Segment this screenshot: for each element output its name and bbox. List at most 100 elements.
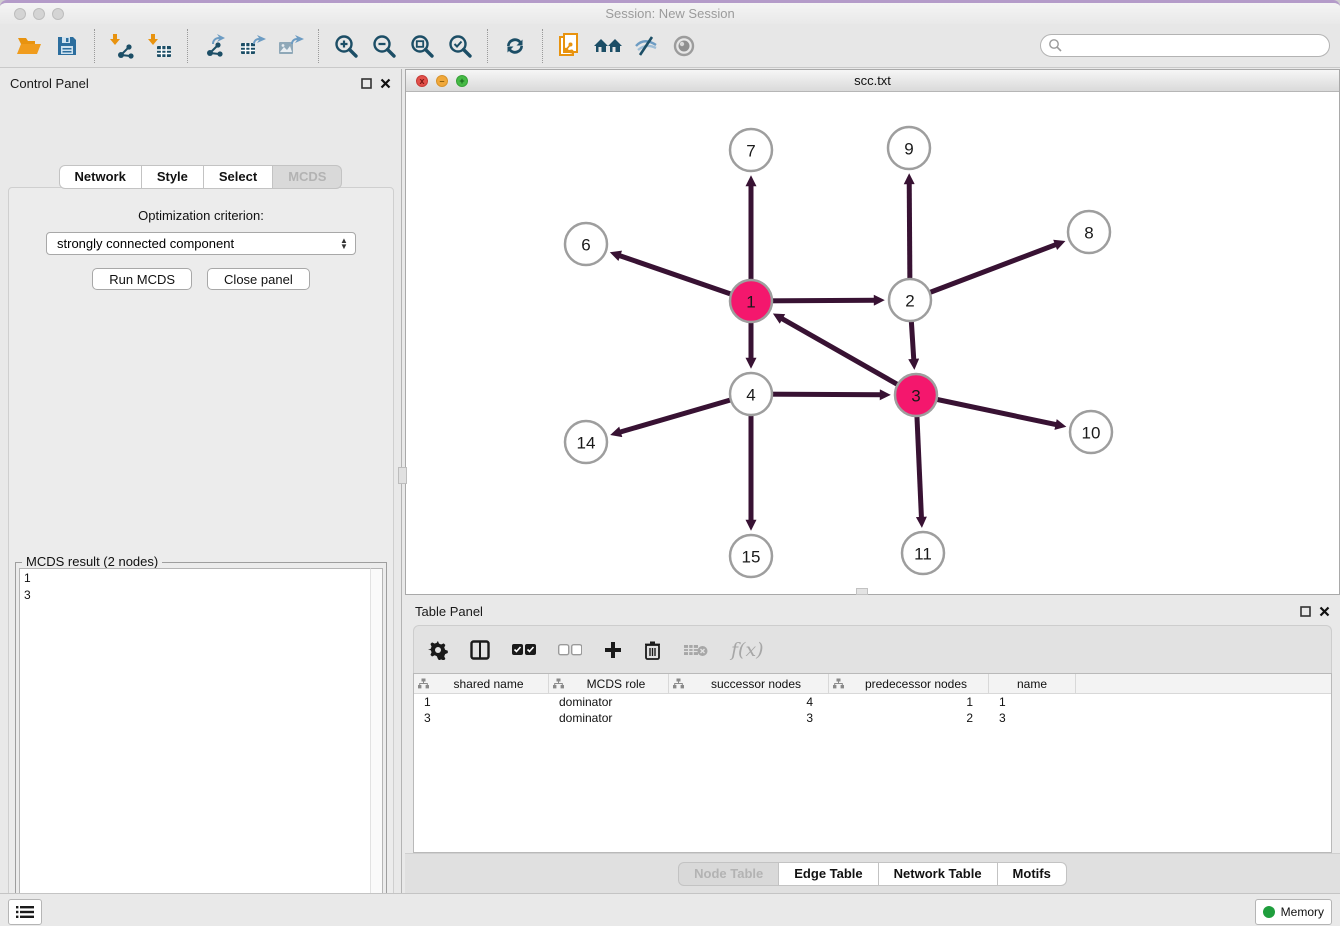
cell-shared-name[interactable]: 1 — [414, 694, 549, 710]
network-window-title: scc.txt — [406, 73, 1339, 88]
zoom-in-icon[interactable] — [327, 29, 365, 63]
table-tab-motifs[interactable]: Motifs — [998, 862, 1067, 886]
run-mcds-button[interactable]: Run MCDS — [92, 268, 192, 290]
deselect-all-icon[interactable] — [558, 644, 582, 656]
mcds-result-title: MCDS result (2 nodes) — [22, 554, 162, 569]
control-panel: Control Panel NetworkStyleSelectMCDS Opt… — [0, 69, 402, 893]
column-header-predecessor-nodes[interactable]: predecessor nodes — [829, 674, 989, 693]
node-label-15: 15 — [742, 548, 761, 567]
node-label-2: 2 — [905, 292, 914, 311]
network-canvas[interactable]: 1234678910111415 — [406, 92, 1339, 594]
network-graph[interactable]: 1234678910111415 — [406, 92, 1339, 594]
save-session-icon[interactable] — [48, 29, 86, 63]
toolbar-separator — [318, 29, 319, 63]
tab-style[interactable]: Style — [142, 165, 204, 189]
memory-status-icon — [1263, 906, 1275, 918]
task-history-button[interactable] — [8, 899, 42, 925]
network-splitter-grip[interactable] — [856, 588, 868, 595]
network-minimize-icon[interactable]: – — [436, 75, 448, 87]
toolbar-separator — [187, 29, 188, 63]
search-icon — [1048, 38, 1062, 52]
delete-column-icon[interactable] — [644, 640, 661, 660]
memory-button[interactable]: Memory — [1255, 899, 1332, 925]
import-table-icon[interactable] — [141, 29, 179, 63]
tab-mcds[interactable]: MCDS — [273, 165, 342, 189]
control-panel-tabs: NetworkStyleSelectMCDS — [0, 165, 401, 189]
float-panel-icon[interactable] — [361, 78, 372, 89]
export-table-icon[interactable] — [234, 29, 272, 63]
cell-successor-nodes[interactable]: 4 — [669, 694, 829, 710]
float-table-panel-icon[interactable] — [1300, 606, 1311, 617]
toolbar-separator — [487, 29, 488, 63]
search-container — [1040, 34, 1330, 57]
cell-name[interactable]: 3 — [989, 710, 1076, 726]
node-label-11: 11 — [914, 545, 932, 564]
cell-name[interactable]: 1 — [989, 694, 1076, 710]
cell-predecessor-nodes[interactable]: 1 — [829, 694, 989, 710]
network-close-icon[interactable]: x — [416, 75, 428, 87]
select-stepper-icon: ▲▼ — [336, 235, 352, 252]
select-all-icon[interactable] — [512, 644, 536, 656]
tab-select[interactable]: Select — [204, 165, 273, 189]
table-row[interactable]: 3dominator323 — [414, 710, 1331, 726]
table-panel-title: Table Panel — [415, 604, 483, 619]
import-network-icon[interactable] — [103, 29, 141, 63]
search-input[interactable] — [1040, 34, 1330, 57]
mcds-panel: Optimization criterion: strongly connect… — [8, 187, 394, 926]
tab-network[interactable]: Network — [59, 165, 142, 189]
table-panel: Table Panel f(x) shared nameMCDS rolesuc… — [405, 598, 1340, 893]
table-tab-node-table[interactable]: Node Table — [678, 862, 779, 886]
clone-network-icon[interactable] — [551, 29, 589, 63]
column-header-successor-nodes[interactable]: successor nodes — [669, 674, 829, 693]
zoom-fit-icon[interactable] — [403, 29, 441, 63]
function-builder-icon: f(x) — [731, 639, 764, 661]
criterion-select[interactable]: strongly connected component ▲▼ — [46, 232, 356, 255]
mcds-result-text[interactable]: 1 3 — [19, 568, 370, 926]
close-table-panel-icon[interactable] — [1319, 606, 1330, 617]
table-toolbar: f(x) — [413, 625, 1332, 673]
status-bar: Memory — [0, 893, 1340, 926]
cell-MCDS-role[interactable]: dominator — [549, 694, 669, 710]
export-image-icon[interactable] — [272, 29, 310, 63]
table-tab-network-table[interactable]: Network Table — [879, 862, 998, 886]
column-header-name[interactable]: name — [989, 674, 1076, 693]
column-header-MCDS-role[interactable]: MCDS role — [549, 674, 669, 693]
gear-icon[interactable] — [428, 640, 448, 660]
column-header-shared-name[interactable]: shared name — [414, 674, 549, 693]
add-column-icon[interactable] — [604, 641, 622, 659]
control-panel-header: Control Panel — [0, 69, 401, 97]
zoom-out-icon[interactable] — [365, 29, 403, 63]
node-label-14: 14 — [577, 434, 596, 453]
cell-predecessor-nodes[interactable]: 2 — [829, 710, 989, 726]
node-label-8: 8 — [1084, 224, 1093, 243]
network-maximize-icon[interactable]: + — [456, 75, 468, 87]
export-network-icon[interactable] — [196, 29, 234, 63]
result-scrollbar[interactable] — [370, 568, 383, 926]
close-panel-button[interactable]: Close panel — [207, 268, 310, 290]
home-icon[interactable] — [589, 29, 627, 63]
open-session-icon[interactable] — [10, 29, 48, 63]
table-row[interactable]: 1dominator411 — [414, 694, 1331, 710]
cell-shared-name[interactable]: 3 — [414, 710, 549, 726]
hide-graphics-icon[interactable] — [627, 29, 665, 63]
table-tab-edge-table[interactable]: Edge Table — [779, 862, 878, 886]
criterion-select-value: strongly connected component — [57, 236, 234, 251]
node-label-1: 1 — [746, 293, 755, 312]
node-label-6: 6 — [581, 236, 590, 255]
node-table[interactable]: shared nameMCDS rolesuccessor nodesprede… — [413, 673, 1332, 853]
close-panel-icon[interactable] — [380, 78, 391, 89]
window-titlebar: Session: New Session — [0, 3, 1340, 24]
panel-splitter-grip[interactable] — [398, 467, 407, 484]
node-label-3: 3 — [911, 387, 920, 406]
table-header-row: shared nameMCDS rolesuccessor nodesprede… — [414, 674, 1331, 694]
edge-2-8[interactable] — [910, 244, 1057, 300]
split-columns-icon[interactable] — [470, 640, 490, 660]
apply-layout-icon[interactable] — [496, 29, 534, 63]
show-graphics-icon[interactable] — [665, 29, 703, 63]
cell-MCDS-role[interactable]: dominator — [549, 710, 669, 726]
cell-successor-nodes[interactable]: 3 — [669, 710, 829, 726]
network-view-window: x – + scc.txt 1234678910111415 — [405, 69, 1340, 595]
zoom-selected-icon[interactable] — [441, 29, 479, 63]
optimization-criterion-label: Optimization criterion: — [9, 208, 393, 223]
edge-3-1[interactable] — [781, 318, 916, 395]
